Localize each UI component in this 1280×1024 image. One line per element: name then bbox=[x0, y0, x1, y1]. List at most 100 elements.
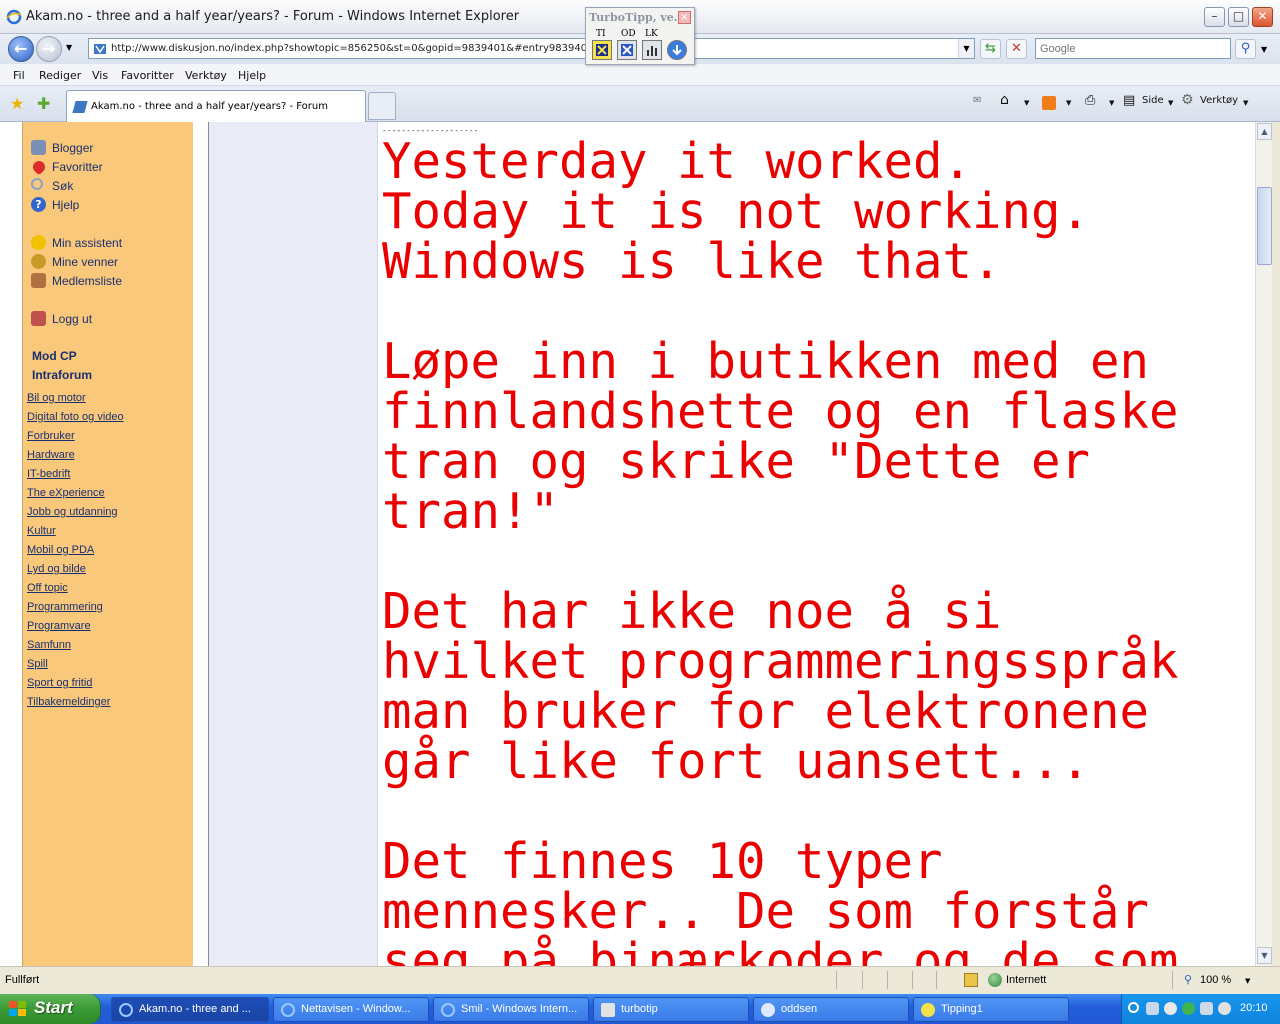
zoom-level[interactable]: 100 % bbox=[1200, 974, 1231, 986]
forum-link[interactable]: Samfunn bbox=[27, 639, 71, 651]
security-zone[interactable]: Internett bbox=[1006, 974, 1046, 986]
stop-icon: ✕ bbox=[1011, 41, 1022, 56]
status-bar: Fullført Internett ⚲ 100 % ▼ bbox=[0, 966, 1280, 994]
scroll-down-arrow-icon[interactable]: ▼ bbox=[1257, 947, 1272, 964]
turbotipp-download-button[interactable] bbox=[667, 40, 687, 60]
page-menu-button[interactable]: Side bbox=[1142, 95, 1164, 106]
search-box[interactable] bbox=[1035, 38, 1231, 59]
forum-link[interactable]: Digital foto og video bbox=[27, 411, 124, 423]
network-icon[interactable] bbox=[1164, 1002, 1177, 1015]
print-dropdown-icon[interactable]: ▼ bbox=[1109, 99, 1114, 107]
forum-link[interactable]: Forbruker bbox=[27, 430, 75, 442]
forum-link[interactable]: Programvare bbox=[27, 620, 91, 632]
print-icon[interactable]: ⎙ bbox=[1085, 93, 1095, 108]
refresh-button[interactable]: ⇆ bbox=[980, 39, 1001, 59]
back-button[interactable]: ← bbox=[8, 36, 34, 62]
protected-mode-icon[interactable] bbox=[964, 973, 978, 987]
status-divider bbox=[887, 971, 888, 989]
menu-edit[interactable]: Rediger bbox=[39, 69, 81, 82]
forum-link[interactable]: Hardware bbox=[27, 449, 75, 461]
turbotipp-lk-button[interactable] bbox=[642, 40, 662, 60]
sidebar-link-mod-cp[interactable]: Mod CP bbox=[32, 349, 77, 363]
clock[interactable]: 20:10 bbox=[1240, 1002, 1268, 1014]
search-options-icon[interactable]: ▼ bbox=[1261, 45, 1267, 54]
rss-dropdown-icon[interactable]: ▼ bbox=[1066, 99, 1071, 107]
start-button[interactable]: Start bbox=[0, 994, 101, 1024]
tab-akam-forum[interactable]: Akam.no - three and a half year/years? -… bbox=[66, 90, 366, 122]
forum-link[interactable]: Tilbakemeldinger bbox=[27, 696, 110, 708]
search-button[interactable]: ⚲ bbox=[1235, 39, 1256, 59]
page-dropdown-icon[interactable]: ▼ bbox=[1168, 99, 1173, 107]
menu-view[interactable]: Vis bbox=[92, 69, 108, 82]
tray-expand-icon[interactable] bbox=[1128, 1002, 1139, 1013]
turbotipp-label-lk: LK bbox=[645, 29, 658, 39]
sidebar-item-label: Medlemsliste bbox=[52, 274, 123, 288]
members-icon bbox=[31, 273, 46, 288]
sidebar-link-intraforum[interactable]: Intraforum bbox=[32, 368, 92, 382]
forum-link[interactable]: Kultur bbox=[27, 525, 56, 537]
forum-link[interactable]: Programmering bbox=[27, 601, 103, 613]
new-tab-button[interactable] bbox=[368, 92, 396, 120]
forum-link[interactable]: IT-bedrift bbox=[27, 468, 70, 480]
home-icon[interactable]: ⌂ bbox=[1000, 92, 1009, 108]
forum-link[interactable]: Bil og motor bbox=[27, 392, 86, 404]
status-divider bbox=[1172, 971, 1173, 989]
task-smil[interactable]: Smil - Windows Intern... bbox=[433, 997, 589, 1022]
forum-link[interactable]: The eXperience bbox=[27, 487, 105, 499]
url-dropdown-icon[interactable]: ▼ bbox=[958, 39, 974, 58]
favorites-star-icon[interactable]: ★ bbox=[10, 94, 24, 113]
turbotipp-label-ti: TI bbox=[596, 29, 606, 39]
vertical-scrollbar[interactable]: ▲ ▼ bbox=[1255, 122, 1272, 966]
forum-link[interactable]: Jobb og utdanning bbox=[27, 506, 118, 518]
rss-feed-icon[interactable] bbox=[1042, 96, 1056, 110]
forum-link[interactable]: Mobil og PDA bbox=[27, 544, 94, 556]
page-content: Blogger Favoritter Søk ? Hjelp Min assis… bbox=[0, 122, 1280, 966]
globe-icon bbox=[988, 973, 1002, 987]
window-right-border bbox=[1272, 122, 1280, 966]
minimize-button[interactable]: – bbox=[1204, 7, 1225, 27]
forum-link[interactable]: Lyd og bilde bbox=[27, 563, 86, 575]
scroll-up-arrow-icon[interactable]: ▲ bbox=[1257, 123, 1272, 140]
task-akam[interactable]: Akam.no - three and ... bbox=[111, 997, 269, 1022]
turbotipp-toolbar[interactable]: TurboTipp, ve... × TI OD LK bbox=[585, 7, 695, 65]
speaker-icon[interactable] bbox=[1146, 1002, 1159, 1015]
menu-tools[interactable]: Verktøy bbox=[185, 69, 227, 82]
forward-button[interactable]: → bbox=[36, 36, 62, 62]
turbotipp-od-button[interactable] bbox=[617, 40, 637, 60]
task-tipping1[interactable]: Tipping1 bbox=[913, 997, 1069, 1022]
forum-link[interactable]: Sport og fritid bbox=[27, 677, 92, 689]
menu-help[interactable]: Hjelp bbox=[238, 69, 266, 82]
add-favorites-icon[interactable]: ✚ bbox=[37, 94, 50, 113]
logout-icon bbox=[31, 311, 46, 326]
sidebar-item-label: Min assistent bbox=[52, 236, 123, 250]
sidebar-item-label: Hjelp bbox=[52, 198, 80, 212]
security-shield-icon[interactable] bbox=[1182, 1002, 1195, 1015]
usb-icon[interactable] bbox=[1200, 1002, 1213, 1015]
task-nettavisen[interactable]: Nettavisen - Window... bbox=[273, 997, 429, 1022]
signature-text: Yesterday it worked. Today it is not wor… bbox=[382, 133, 1179, 967]
messenger-icon[interactable] bbox=[1218, 1002, 1231, 1015]
maximize-button[interactable]: □ bbox=[1228, 7, 1249, 27]
forum-link[interactable]: Spill bbox=[27, 658, 48, 670]
taskbar: Start Akam.no - three and ... Nettavisen… bbox=[0, 994, 1280, 1024]
window-title: Akam.no - three and a half year/years? -… bbox=[26, 9, 520, 24]
url-field[interactable]: http://www.diskusjon.no/index.php?showto… bbox=[88, 38, 975, 59]
turbotipp-ti-button[interactable] bbox=[592, 40, 612, 60]
scroll-thumb[interactable] bbox=[1257, 187, 1272, 265]
feeds-mail-icon[interactable]: ✉ bbox=[973, 95, 981, 106]
tools-dropdown-icon[interactable]: ▼ bbox=[1243, 99, 1248, 107]
tools-menu-button[interactable]: Verktøy bbox=[1200, 95, 1238, 106]
close-button[interactable]: ✕ bbox=[1252, 7, 1273, 27]
task-oddsen[interactable]: oddsen bbox=[753, 997, 909, 1022]
history-dropdown-icon[interactable]: ▼ bbox=[66, 43, 72, 52]
zoom-dropdown-icon[interactable]: ▼ bbox=[1245, 977, 1250, 985]
menu-favorites[interactable]: Favoritter bbox=[121, 69, 174, 82]
forum-link[interactable]: Off topic bbox=[27, 582, 68, 594]
site-favicon-icon bbox=[72, 101, 88, 113]
home-dropdown-icon[interactable]: ▼ bbox=[1024, 99, 1029, 107]
turbotipp-close-button[interactable]: × bbox=[678, 11, 691, 24]
search-input[interactable] bbox=[1036, 39, 1216, 58]
task-turbotip[interactable]: turbotip bbox=[593, 997, 749, 1022]
menu-file[interactable]: Fil bbox=[13, 69, 25, 82]
stop-button[interactable]: ✕ bbox=[1006, 39, 1027, 59]
